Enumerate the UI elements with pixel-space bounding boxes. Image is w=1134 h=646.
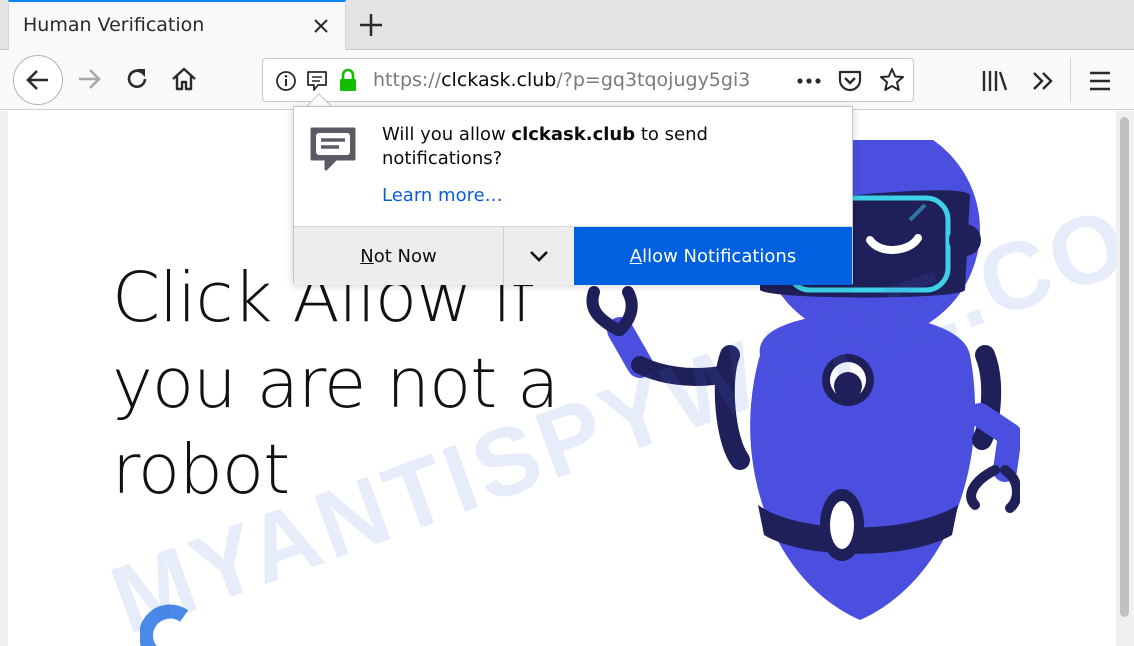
lock-icon — [340, 68, 356, 91]
headline-line-2: you are not a — [112, 344, 559, 424]
headline-line-3: robot — [112, 430, 290, 510]
not-now-accesskey: N — [360, 245, 374, 267]
back-icon — [26, 70, 48, 90]
tab-human-verification[interactable]: Human Verification — [8, 0, 346, 50]
popup-message: Will you allow clckask.club to send noti… — [382, 123, 822, 171]
loading-spinner-icon — [140, 604, 189, 646]
home-icon — [172, 67, 196, 91]
address-bar[interactable]: https://clckask.club/?p=gq3tqojugy5gi3 — [262, 58, 914, 102]
menu-icon[interactable] — [1088, 70, 1112, 92]
pocket-icon[interactable] — [837, 68, 863, 94]
info-icon[interactable] — [275, 70, 297, 92]
home-button[interactable] — [159, 54, 209, 104]
forward-button[interactable] — [64, 54, 114, 104]
forward-icon — [79, 69, 101, 89]
url-text[interactable]: https://clckask.club/?p=gq3tqojugy5gi3 — [373, 69, 753, 91]
allow-notifications-button[interactable]: Allow Notifications — [574, 227, 852, 285]
star-icon[interactable] — [879, 67, 905, 93]
not-now-button[interactable]: Not Now — [294, 227, 504, 285]
tab-title: Human Verification — [23, 14, 205, 36]
reload-icon — [127, 69, 147, 88]
more-icon[interactable] — [795, 71, 823, 91]
vertical-scrollbar[interactable] — [1116, 111, 1134, 646]
reload-button[interactable] — [112, 54, 162, 104]
navigation-toolbar: https://clckask.club/?p=gq3tqojugy5gi3 — [0, 50, 1134, 110]
back-button[interactable] — [13, 55, 63, 105]
library-icon[interactable] — [980, 68, 1008, 94]
learn-more-link[interactable]: Learn more… — [382, 185, 503, 206]
overflow-icon[interactable] — [1030, 68, 1056, 94]
tab-strip: Human Verification — [0, 0, 1134, 50]
allow-accesskey: A — [629, 245, 643, 267]
popup-button-row: Not Now Allow Notifications — [294, 226, 852, 285]
popup-dropdown-button[interactable] — [504, 227, 574, 285]
chat-icon — [310, 127, 356, 171]
page-headline: Click Allow if you are not a robot — [112, 255, 559, 513]
url-scheme: https:// — [373, 69, 442, 91]
popup-message-site: clckask.club — [511, 124, 636, 145]
not-now-label: ot Now — [373, 245, 437, 267]
url-host: clckask.club — [441, 69, 557, 91]
close-icon[interactable] — [311, 16, 331, 36]
allow-label: llow Notifications — [642, 245, 797, 267]
notification-permission-popup: Will you allow clckask.club to send noti… — [293, 106, 853, 285]
notification-icon[interactable] — [305, 69, 329, 93]
url-path: /?p=gq3tqojugy5gi3 — [556, 69, 751, 91]
popup-message-pre: Will you allow — [382, 124, 512, 145]
plus-icon[interactable] — [356, 10, 386, 40]
browser-window: Human Verification https://clckask.club/… — [0, 0, 1134, 646]
chevron-down-icon — [530, 251, 548, 262]
scrollbar-thumb[interactable] — [1120, 117, 1129, 617]
toolbar-separator — [1070, 58, 1071, 102]
